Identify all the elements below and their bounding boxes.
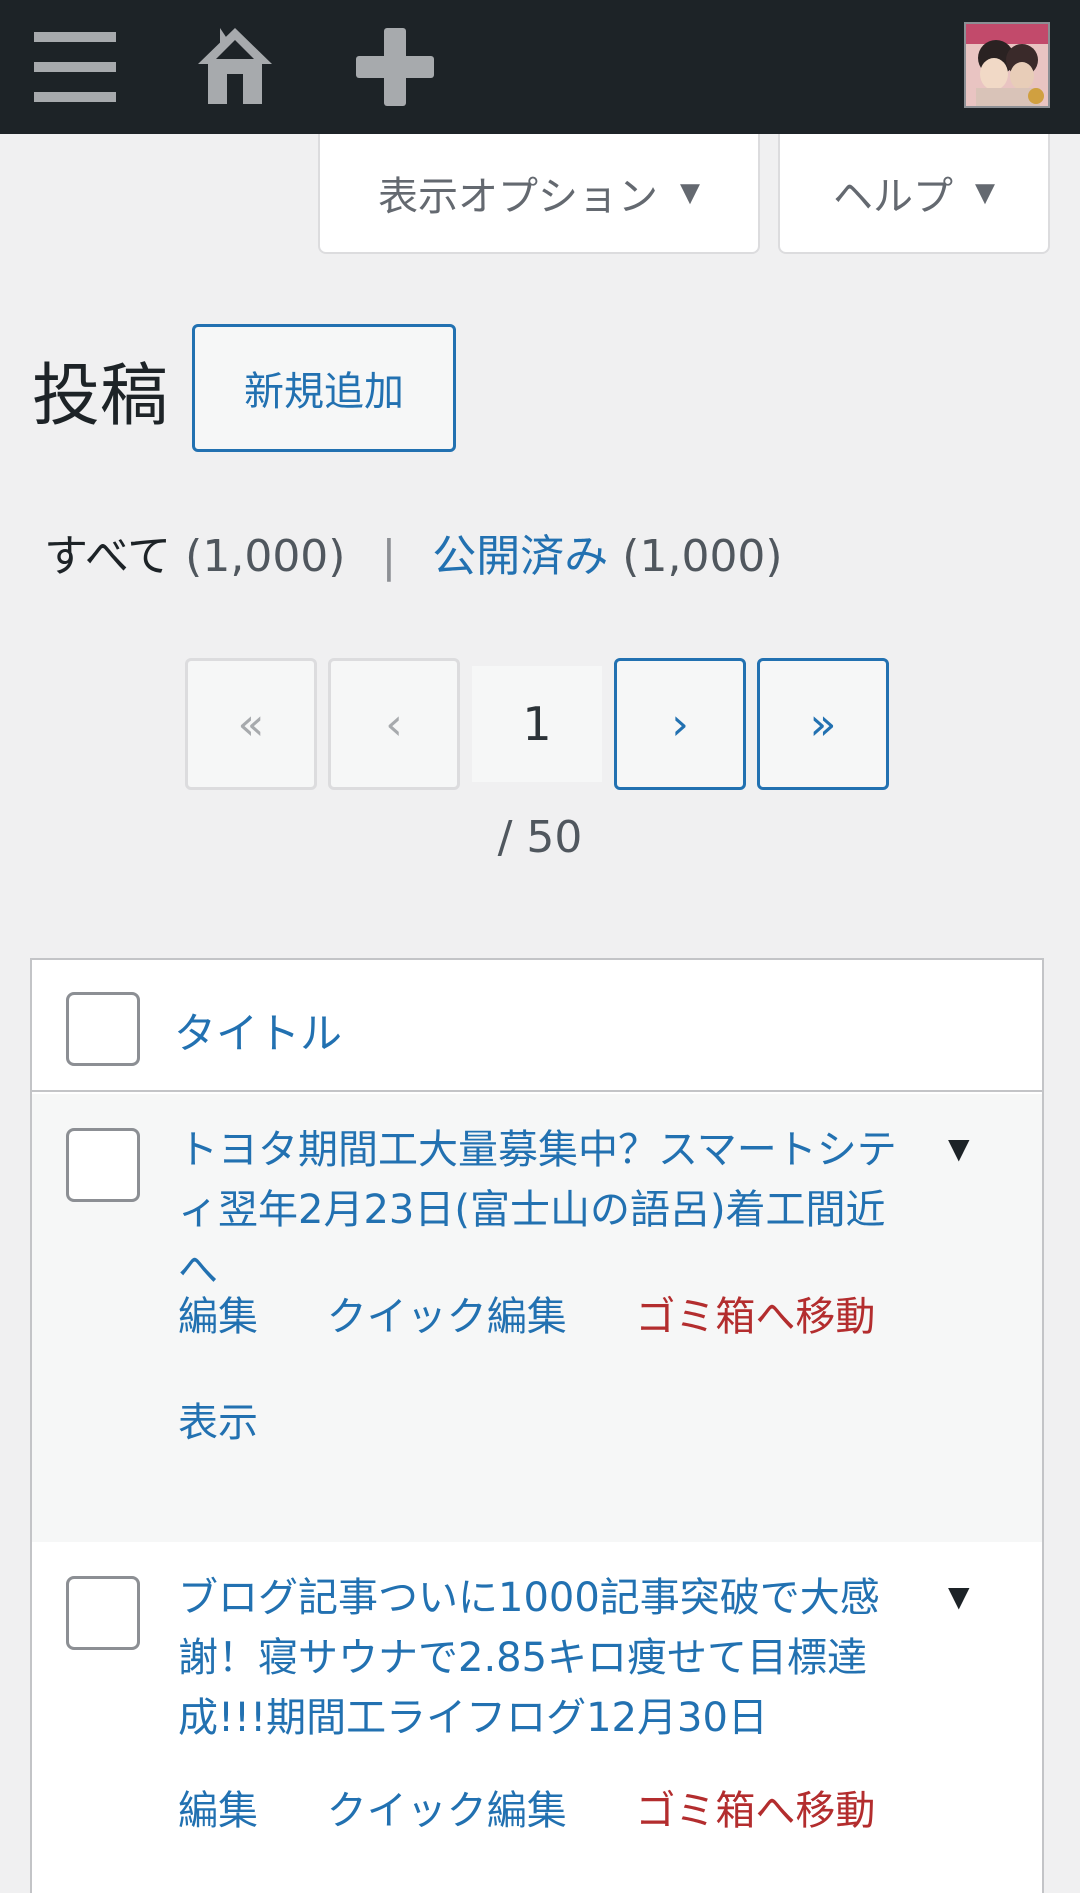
total-pages: / 50 xyxy=(497,812,583,863)
caret-down-icon: ▼ xyxy=(975,178,995,208)
filter-published-count: (1,000) xyxy=(622,531,783,582)
screen-options-label: 表示オプション xyxy=(378,174,658,220)
trash-link[interactable]: ゴミ箱へ移動 xyxy=(635,1788,875,1834)
status-filters: すべて (1,000) | 公開済み (1,000) xyxy=(44,520,783,584)
first-page-button: « xyxy=(185,658,317,790)
toggle-row-icon[interactable]: ▼ xyxy=(948,1132,970,1165)
edit-link[interactable]: 編集 xyxy=(178,1788,258,1834)
admin-bar xyxy=(0,0,1080,134)
edit-link[interactable]: 編集 xyxy=(178,1294,258,1340)
home-icon[interactable] xyxy=(190,22,280,112)
current-page-input[interactable]: 1 xyxy=(472,666,602,782)
help-button[interactable]: ヘルプ ▼ xyxy=(778,134,1050,254)
plus-icon[interactable] xyxy=(350,22,440,112)
table-header: タイトル xyxy=(32,960,1042,1092)
posts-table: タイトル トヨタ期間工大量募集中？スマートシティ翌年2月23日(富士山の語呂)着… xyxy=(30,958,1044,1893)
row-actions: 編集 クイック編集 ゴミ箱へ移動 xyxy=(178,1284,931,1342)
row-checkbox[interactable] xyxy=(66,1128,140,1202)
prev-page-button: ‹ xyxy=(328,658,460,790)
next-page-button[interactable]: › xyxy=(614,658,746,790)
filter-all[interactable]: すべて xyxy=(44,531,171,582)
add-new-button[interactable]: 新規追加 xyxy=(192,324,456,452)
last-page-button[interactable]: » xyxy=(757,658,889,790)
table-row: ブログ記事ついに1000記事突破で大感謝！寝サウナで2.85キロ痩せて目標達成!… xyxy=(32,1542,1042,1893)
filter-separator: | xyxy=(381,531,397,582)
post-title-link[interactable]: ブログ記事ついに1000記事突破で大感謝！寝サウナで2.85キロ痩せて目標達成!… xyxy=(178,1568,918,1748)
quick-edit-link[interactable]: クイック編集 xyxy=(327,1788,567,1834)
filter-published[interactable]: 公開済み xyxy=(432,531,608,582)
screen-options-button[interactable]: 表示オプション ▼ xyxy=(318,134,760,254)
hamburger-menu-icon[interactable] xyxy=(30,22,120,112)
page-title: 投稿 xyxy=(32,357,169,436)
row-checkbox[interactable] xyxy=(66,1576,140,1650)
row-actions: 編集 クイック編集 ゴミ箱へ移動 xyxy=(178,1778,931,1836)
quick-edit-link[interactable]: クイック編集 xyxy=(327,1294,567,1340)
post-title-link[interactable]: トヨタ期間工大量募集中？スマートシティ翌年2月23日(富士山の語呂)着工間近へ xyxy=(178,1120,918,1300)
select-all-checkbox[interactable] xyxy=(66,992,140,1066)
toggle-row-icon[interactable]: ▼ xyxy=(948,1580,970,1613)
table-row: トヨタ期間工大量募集中？スマートシティ翌年2月23日(富士山の語呂)着工間近へ … xyxy=(32,1094,1042,1542)
caret-down-icon: ▼ xyxy=(680,178,700,208)
help-label: ヘルプ xyxy=(833,174,953,220)
user-avatar[interactable] xyxy=(964,22,1050,108)
view-link[interactable]: 表示 xyxy=(178,1400,258,1446)
filter-all-count: (1,000) xyxy=(185,531,346,582)
trash-link[interactable]: ゴミ箱へ移動 xyxy=(635,1294,875,1340)
row-actions-secondary: 表示 xyxy=(178,1390,314,1448)
column-title-header[interactable]: タイトル xyxy=(174,1000,342,1061)
